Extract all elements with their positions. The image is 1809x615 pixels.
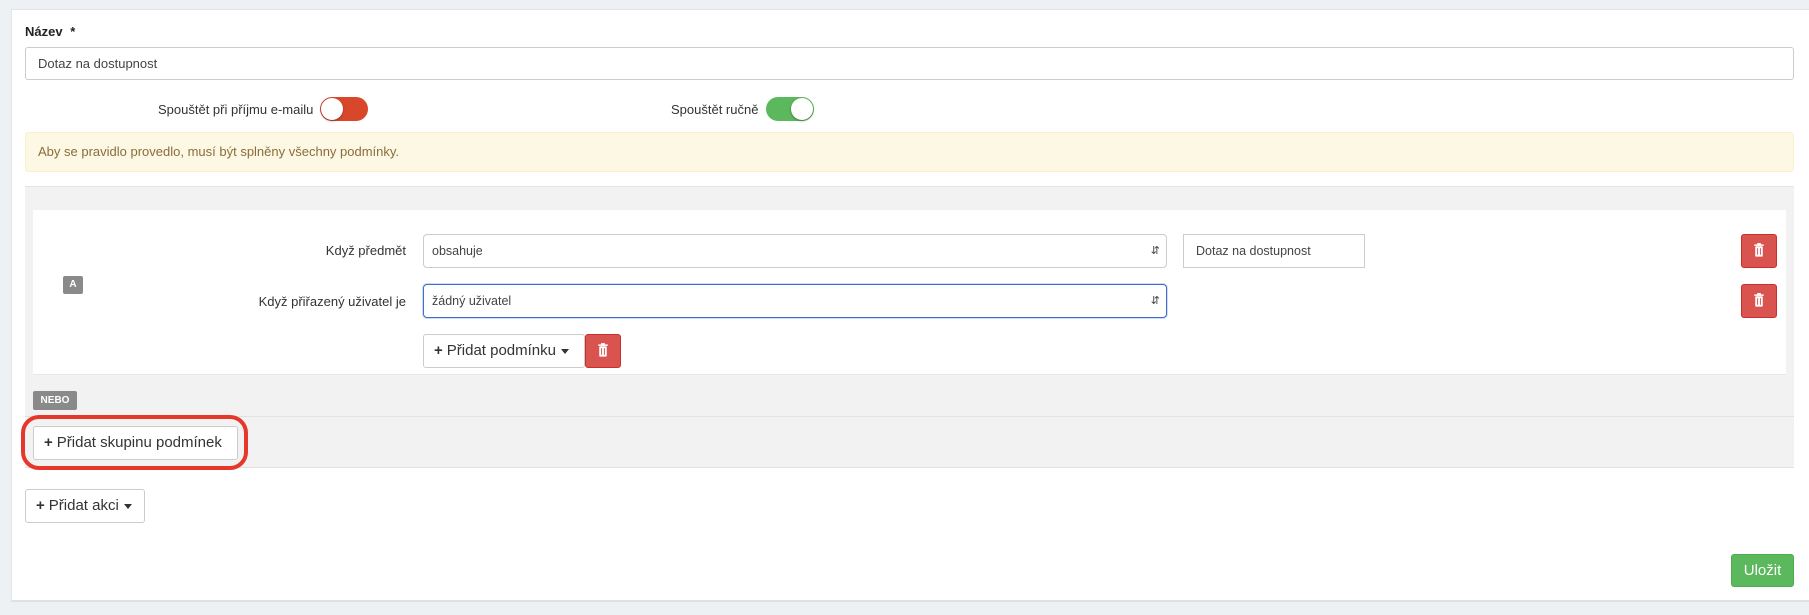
highlight-annotation (21, 415, 248, 470)
info-alert: Aby se pravidlo provedlo, musí být splně… (25, 132, 1794, 172)
add-action-button[interactable]: + Přidat akci (25, 489, 145, 523)
required-mark: * (70, 24, 76, 39)
group-badge: A (63, 276, 83, 294)
name-label-text: Název (25, 24, 63, 39)
plus-icon: + (434, 342, 443, 359)
trash-icon (1754, 293, 1764, 307)
trash-icon (598, 343, 608, 357)
name-input[interactable]: Dotaz na dostupnost (25, 47, 1794, 80)
operator-select-value: žádný uživatel (432, 294, 512, 308)
add-action-label: Přidat akci (48, 497, 119, 514)
delete-group-button[interactable] (585, 334, 621, 368)
name-input-value: Dotaz na dostupnost (38, 56, 158, 71)
save-button[interactable]: Uložit (1731, 554, 1794, 587)
trash-icon (1754, 243, 1764, 257)
condition-label-subject: Když předmět (325, 243, 406, 258)
subject-value-input[interactable]: Dotaz na dostupnost (1183, 234, 1365, 268)
subject-value-text: Dotaz na dostupnost (1196, 244, 1311, 258)
toggle-run-on-email[interactable] (320, 97, 368, 121)
toggle-knob (791, 98, 813, 120)
operator-select-assignee[interactable]: žádný uživatel ⇵ (423, 284, 1167, 318)
toggle-run-manually[interactable] (766, 97, 814, 121)
alert-text: Aby se pravidlo provedlo, musí být splně… (38, 144, 400, 159)
toggle-knob (321, 98, 343, 120)
caret-down-icon (123, 503, 132, 509)
operator-select-value: obsahuje (432, 244, 483, 258)
toggle-email-label: Spouštět při příjmu e-mailu (158, 102, 314, 117)
select-arrows-icon: ⇵ (1150, 295, 1160, 307)
add-condition-label: Přidat podmínku (446, 342, 556, 359)
operator-select-subject[interactable]: obsahuje ⇵ (423, 234, 1167, 268)
add-group-strip (25, 416, 1794, 468)
delete-condition-button[interactable] (1741, 234, 1777, 268)
group-divider (33, 374, 1786, 375)
caret-down-icon (561, 348, 569, 354)
delete-condition-button[interactable] (1741, 284, 1777, 318)
or-badge: NEBO (33, 391, 77, 410)
name-label: Název * (25, 24, 75, 39)
add-condition-button[interactable]: + Přidat podmínku (423, 334, 585, 368)
toggle-manual-label: Spouštět ručně (671, 102, 759, 117)
plus-icon: + (36, 497, 45, 514)
condition-label-assignee: Když přiřazený uživatel je (258, 294, 406, 309)
select-arrows-icon: ⇵ (1150, 245, 1160, 257)
